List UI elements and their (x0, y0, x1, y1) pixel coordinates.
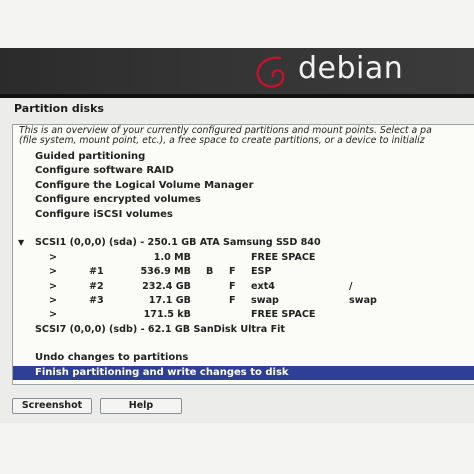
disk-sdb[interactable]: SCSI7 (0,0,0) (sdb) - 62.1 GB SanDisk Ul… (13, 323, 474, 337)
mount-point: / (349, 280, 353, 292)
partition-overview-panel: This is an overview of your currently co… (12, 124, 474, 385)
partition-type: swap (251, 294, 279, 306)
partition-size: 1.0 MB (153, 251, 191, 263)
menu-item-label: Configure encrypted volumes (35, 194, 201, 206)
menu-item-label: Configure software RAID (35, 165, 174, 177)
menu-configure-lvm[interactable]: Configure the Logical Volume Manager (13, 179, 474, 193)
partition-row[interactable]: > #3 17.1 GB F swap swap (13, 294, 474, 308)
menu-spacer (13, 337, 474, 351)
menu-finish-partitioning[interactable]: Finish partitioning and write changes to… (13, 365, 474, 381)
menu-guided-partitioning[interactable]: Guided partitioning (13, 150, 474, 164)
description-text: This is an overview of your currently co… (19, 126, 474, 146)
format-flag: F (229, 280, 236, 292)
installer-window: Partition disks This is an overview of y… (0, 98, 474, 423)
partition-number: #2 (89, 280, 104, 292)
page-title: Partition disks (14, 102, 104, 115)
menu-item-label: Undo changes to partitions (35, 352, 189, 364)
menu-configure-raid[interactable]: Configure software RAID (13, 164, 474, 178)
arrow-icon: > (49, 294, 58, 306)
partition-row[interactable]: > 1.0 MB FREE SPACE (13, 251, 474, 265)
menu-spacer (13, 222, 474, 236)
partition-type: FREE SPACE (251, 251, 316, 263)
arrow-icon: > (49, 266, 58, 278)
installer-header: debian (0, 48, 474, 94)
disk-sda[interactable]: ▼ SCSI1 (0,0,0) (sda) - 250.1 GB ATA Sam… (13, 236, 474, 250)
partition-number: #3 (89, 294, 104, 306)
description-line-2: (file system, mount point, etc.), a free… (19, 135, 425, 146)
partition-row[interactable]: > 171.5 kB FREE SPACE (13, 308, 474, 322)
partition-type: ESP (251, 266, 272, 278)
help-button[interactable]: Help (100, 398, 182, 414)
partition-menu: Guided partitioning Configure software R… (13, 150, 474, 381)
menu-item-label: Guided partitioning (35, 151, 146, 162)
arrow-icon: > (49, 251, 58, 263)
format-flag: F (229, 294, 236, 306)
debian-logo-text: debian (298, 51, 404, 86)
partition-size: 232.4 GB (142, 280, 191, 292)
partition-size: 536.9 MB (140, 266, 191, 278)
debian-swirl-icon (256, 56, 285, 88)
partition-row[interactable]: > #1 536.9 MB B F ESP (13, 265, 474, 279)
menu-configure-encrypted[interactable]: Configure encrypted volumes (13, 193, 474, 207)
arrow-icon: > (49, 309, 58, 321)
collapse-triangle-icon: ▼ (18, 238, 25, 248)
mount-point: swap (349, 294, 377, 306)
partition-number: #1 (89, 266, 104, 278)
partition-row[interactable]: > #2 232.4 GB F ext4 / (13, 280, 474, 294)
monitor-bezel-bottom (0, 423, 474, 474)
arrow-icon: > (49, 280, 58, 292)
disk-label: SCSI7 (0,0,0) (sdb) - 62.1 GB SanDisk Ul… (35, 323, 285, 335)
menu-item-label: Finish partitioning and write changes to… (35, 366, 289, 378)
partition-size: 17.1 GB (148, 294, 191, 306)
bootable-flag: B (206, 266, 214, 278)
menu-item-label: Configure the Logical Volume Manager (35, 179, 254, 191)
partition-type: ext4 (251, 280, 275, 292)
format-flag: F (229, 266, 236, 278)
partition-type: FREE SPACE (251, 309, 316, 321)
partition-size: 171.5 kB (143, 309, 191, 321)
menu-undo-changes[interactable]: Undo changes to partitions (13, 351, 474, 365)
screenshot-button[interactable]: Screenshot (12, 398, 92, 414)
disk-label: SCSI1 (0,0,0) (sda) - 250.1 GB ATA Samsu… (35, 237, 321, 249)
monitor-bezel-top (0, 0, 474, 48)
menu-item-label: Configure iSCSI volumes (35, 208, 173, 220)
menu-configure-iscsi[interactable]: Configure iSCSI volumes (13, 208, 474, 222)
